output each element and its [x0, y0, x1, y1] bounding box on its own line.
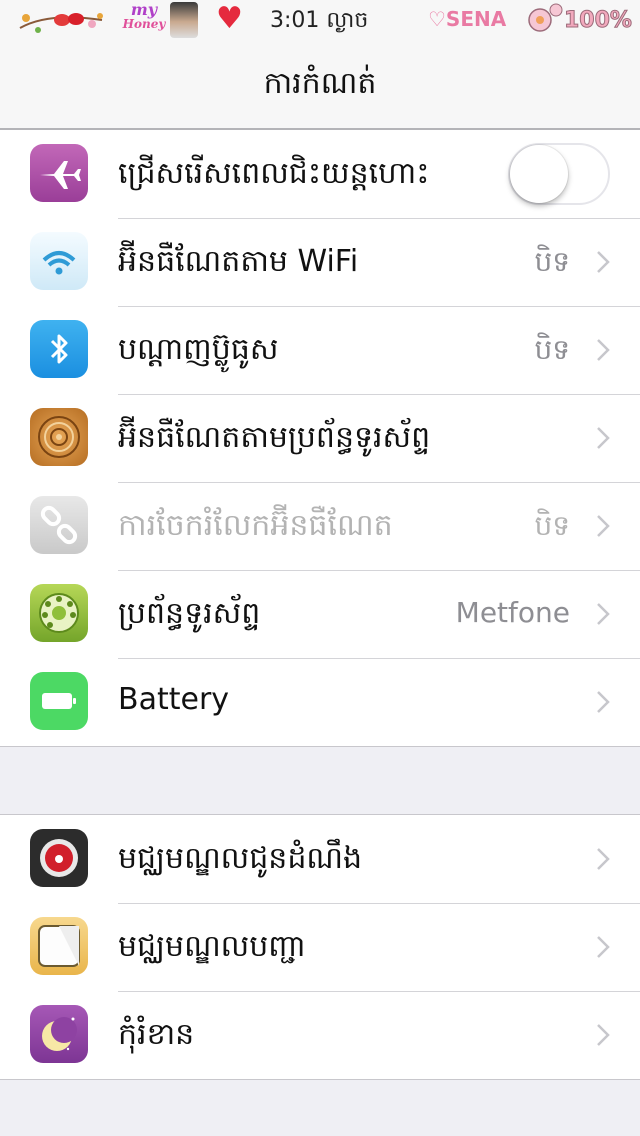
bluetooth-row[interactable]: បណ្ដាញប៊្លូធូស បិទ — [0, 306, 640, 394]
notification-center-row[interactable]: មជ្ឈមណ្ឌលជូនដំណឹង — [0, 815, 640, 903]
control-center-icon — [30, 917, 88, 975]
airplane-mode-label: ជ្រើសរើសពេលជិះយន្តហោះ — [118, 156, 430, 191]
carrier-label: ប្រព័ន្ធទូរស័ព្ទ — [118, 596, 261, 631]
my-honey-sticker: my Honey — [118, 2, 170, 38]
chevron-right-icon — [597, 936, 610, 958]
airplane-icon — [30, 144, 88, 202]
battery-percentage: 100% — [564, 8, 633, 34]
toggle-knob — [510, 145, 568, 203]
do-not-disturb-row[interactable]: កុំរំខាន — [0, 991, 640, 1079]
battery-icon — [30, 672, 88, 730]
heart-icon: ♥ — [216, 1, 243, 36]
my-text: my — [130, 0, 158, 19]
page-title: ការកំណត់ — [263, 66, 377, 101]
wifi-row[interactable]: អ៊ីនធឺណែតតាម WiFi បិទ — [0, 218, 640, 306]
chain-link-icon — [30, 496, 88, 554]
chevron-right-icon — [597, 515, 610, 537]
notification-center-label: មជ្ឈមណ្ឌលជូនដំណឹង — [118, 841, 363, 876]
chevron-right-icon — [597, 1024, 610, 1046]
moon-icon — [30, 1005, 88, 1063]
personal-hotspot-value: បិទ — [534, 509, 570, 542]
sena-sticker: ♡SENA — [428, 7, 507, 31]
carrier-value: Metfone — [455, 596, 570, 629]
control-center-label: មជ្ឈមណ្ឌលបញ្ជា — [118, 929, 306, 964]
chevron-right-icon — [597, 848, 610, 870]
personal-hotspot-row: ការចែករំលែកអ៊ីនធឺណែត បិទ — [0, 482, 640, 570]
control-center-row[interactable]: មជ្ឈមណ្ឌលបញ្ជា — [0, 903, 640, 991]
airplane-mode-toggle[interactable] — [508, 143, 610, 205]
wifi-icon — [30, 232, 88, 290]
carrier-row[interactable]: ប្រព័ន្ធទូរស័ព្ទ Metfone — [0, 570, 640, 658]
chevron-right-icon — [597, 251, 610, 273]
notification-center-icon — [30, 829, 88, 887]
battery-label: Battery — [118, 682, 230, 717]
chevron-right-icon — [597, 339, 610, 361]
chevron-right-icon — [597, 691, 610, 713]
wifi-value: បិទ — [534, 245, 570, 278]
personal-hotspot-label: ការចែករំលែកអ៊ីនធឺណែត — [118, 508, 393, 543]
bluetooth-label: បណ្ដាញប៊្លូធូស — [118, 332, 279, 367]
chevron-right-icon — [597, 603, 610, 625]
cellular-data-icon — [30, 408, 88, 466]
cellular-data-label: អ៊ីនធឺណែតតាមប្រព័ន្ធទូរស័ព្ទ — [118, 420, 431, 455]
rotary-phone-icon — [30, 584, 88, 642]
airplane-mode-row: ជ្រើសរើសពេលជិះយន្តហោះ — [0, 130, 640, 218]
status-bar: my Honey ♥ 3:01 ល្ងាច ♡SENA 100% — [0, 0, 640, 40]
honey-text: Honey — [122, 17, 166, 31]
bluetooth-value: បិទ — [534, 333, 570, 366]
settings-group-connectivity: ជ្រើសរើសពេលជិះយន្តហោះ អ៊ីនធឺណែតតាម WiFi … — [0, 130, 640, 747]
status-time: 3:01 ល្ងាច — [270, 8, 369, 33]
wifi-label: អ៊ីនធឺណែតតាម WiFi — [118, 244, 359, 279]
cellular-data-row[interactable]: អ៊ីនធឺណែតតាមប្រព័ន្ធទូរស័ព្ទ — [0, 394, 640, 482]
battery-row[interactable]: Battery — [0, 658, 640, 746]
birds-sticker-icon — [19, 13, 103, 33]
avatar — [170, 2, 198, 38]
do-not-disturb-label: កុំរំខាន — [118, 1017, 195, 1052]
navigation-bar: ការកំណត់ — [0, 40, 640, 130]
bluetooth-icon — [30, 320, 88, 378]
settings-group-system: មជ្ឈមណ្ឌលជូនដំណឹង មជ្ឈមណ្ឌលបញ្ជា កុំរំខា… — [0, 814, 640, 1080]
chevron-right-icon — [597, 427, 610, 449]
